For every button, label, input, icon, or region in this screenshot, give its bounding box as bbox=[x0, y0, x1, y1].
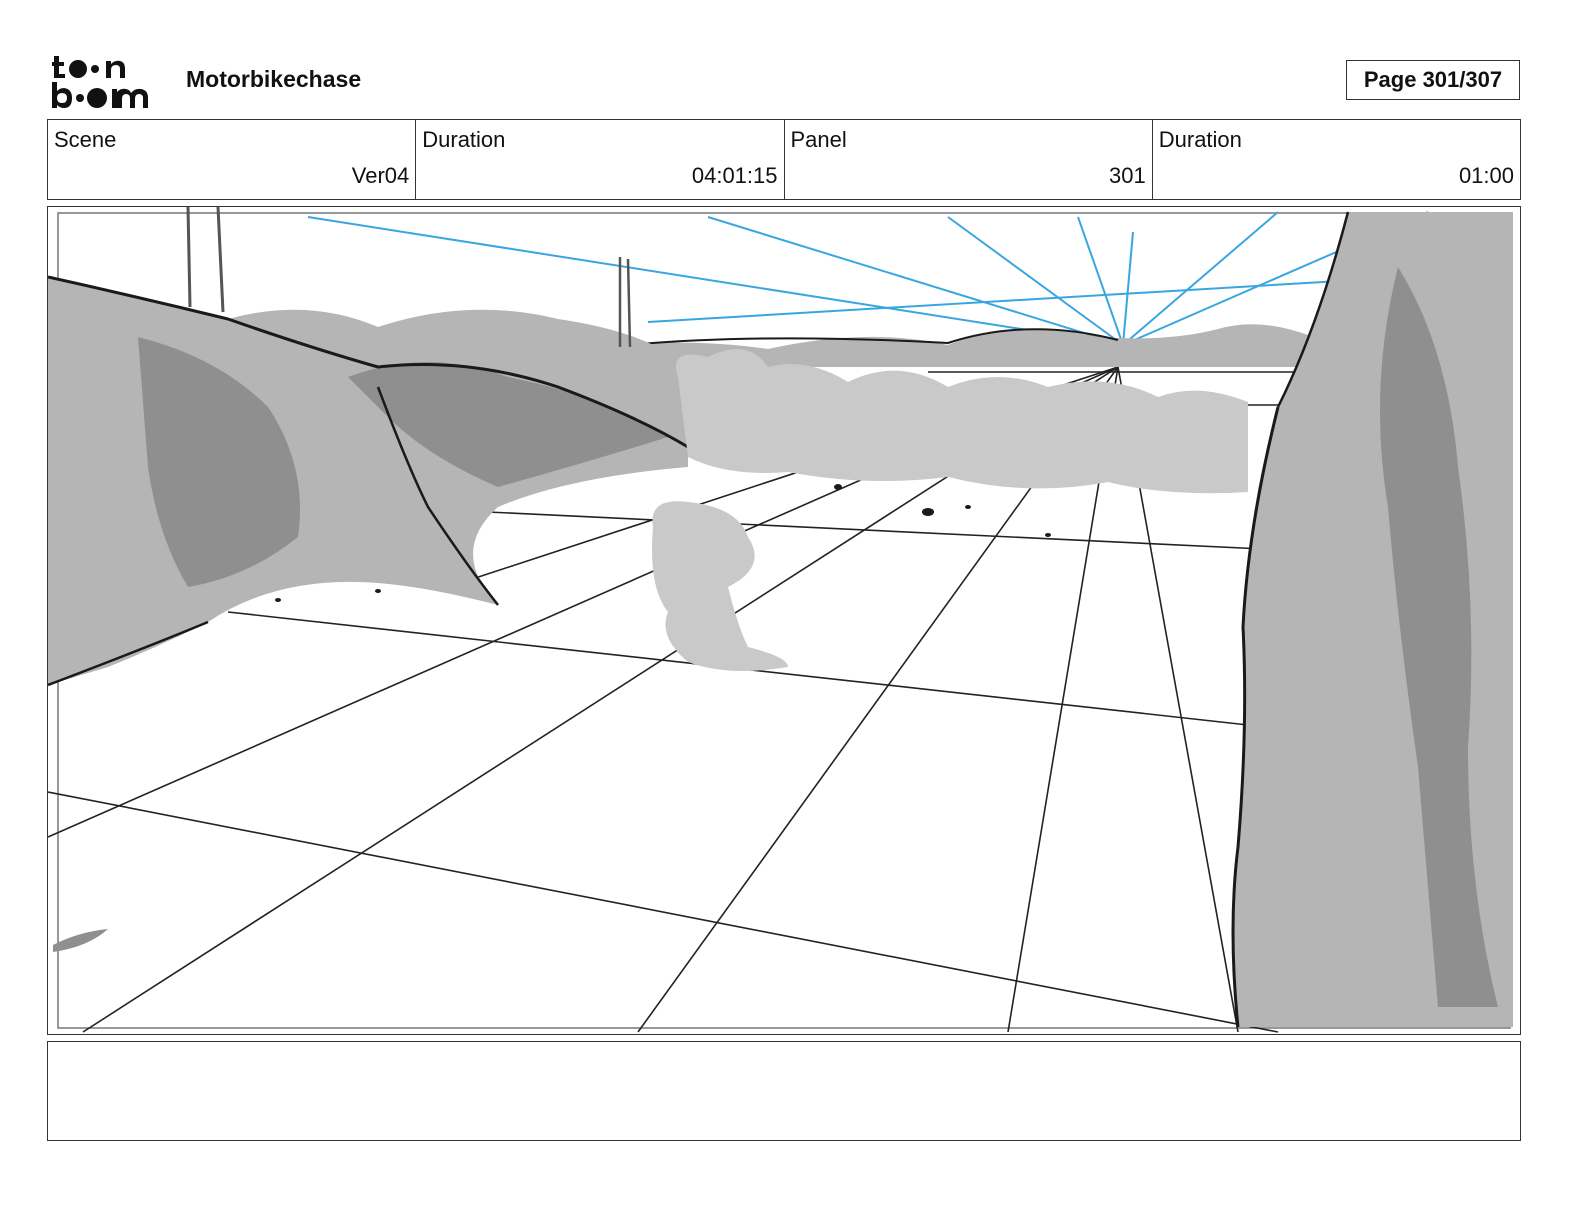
panel-duration-label: Duration bbox=[1158, 127, 1242, 152]
panel-value: 301 bbox=[1109, 163, 1146, 188]
panel-duration-cell: Duration 01:00 bbox=[1151, 120, 1520, 199]
scene-value: Ver04 bbox=[351, 163, 410, 188]
scene-duration-value: 04:01:15 bbox=[691, 163, 778, 188]
scene-duration-cell: Duration 04:01:15 bbox=[415, 120, 783, 199]
panel-label: Panel bbox=[790, 127, 847, 152]
toon-boom-logo bbox=[52, 52, 164, 112]
scene-info-table: Scene Ver04 Duration 04:01:15 Panel 301 … bbox=[47, 119, 1521, 200]
panel-sketch bbox=[48, 207, 1519, 1033]
scene-label: Scene bbox=[54, 127, 117, 152]
page-indicator: Page 301/307 bbox=[1346, 60, 1520, 100]
storyboard-panel bbox=[47, 206, 1521, 1035]
panel-cell: Panel 301 bbox=[783, 120, 1152, 199]
panel-duration-value: 01:00 bbox=[1458, 163, 1514, 188]
project-title: Motorbikechase bbox=[186, 66, 362, 92]
scene-duration-label: Duration bbox=[422, 127, 506, 152]
scene-cell: Scene Ver04 bbox=[48, 120, 415, 199]
panel-notes-box bbox=[47, 1041, 1521, 1141]
